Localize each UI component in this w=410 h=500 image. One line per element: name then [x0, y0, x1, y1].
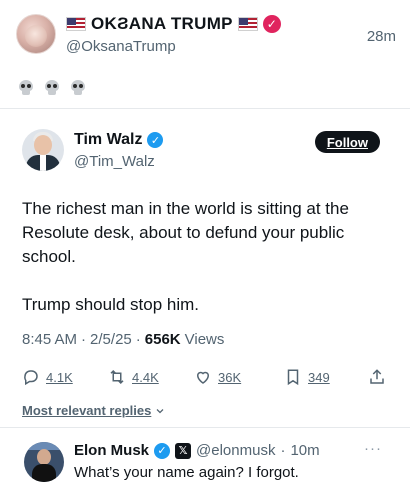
quoted-tweet[interactable]: Tim Walz ✓ @Tim_Walz Follow The richest …: [0, 108, 410, 428]
repost-count: 4.4K: [132, 369, 159, 385]
bookmark-count: 349: [308, 369, 330, 385]
follow-button[interactable]: Follow: [314, 131, 380, 153]
share-icon: [370, 369, 384, 384]
reply-time[interactable]: 10m: [290, 442, 319, 459]
verified-badge-icon: ✓: [147, 132, 164, 148]
quoted-author-handle[interactable]: @Tim_Walz: [74, 153, 155, 170]
tweet-paragraph: The richest man in the world is sitting …: [22, 199, 349, 266]
outer-name-row: OKϨANA TRUMP ✓: [66, 14, 281, 34]
tweet-text: The richest man in the world is sitting …: [22, 197, 382, 317]
views-count: 656K: [144, 331, 181, 348]
heart-icon: [196, 371, 210, 384]
views-label: Views: [184, 331, 225, 348]
verified-badge-icon: ✓: [154, 442, 171, 459]
separator: ·: [81, 331, 87, 348]
skull-emoji-icon: [18, 80, 34, 96]
more-options-icon[interactable]: ···: [364, 440, 382, 457]
us-flag-icon: [66, 17, 86, 31]
reply-count: 4.1K: [46, 369, 73, 385]
skull-emoji-icon: [44, 80, 60, 96]
author-handle[interactable]: @OksanaTrump: [66, 38, 176, 55]
skull-emoji-icon: [70, 80, 86, 96]
bookmark-icon: [287, 369, 299, 386]
reply-author-handle[interactable]: @elonmusk: [196, 442, 275, 459]
avatar[interactable]: [22, 129, 64, 171]
reply-text: What’s your name again? I forgot.: [74, 464, 299, 481]
post-time[interactable]: 28m: [367, 28, 396, 45]
reply-item[interactable]: Elon Musk ✓ 𝕏 @elonmusk · 10m ··· What’s…: [0, 434, 410, 500]
tweet-meta: 8:45 AM · 2/5/25 · 656K Views: [22, 331, 224, 348]
separator: ·: [135, 331, 141, 348]
reply-name-row: Elon Musk ✓ 𝕏 @elonmusk · 10m: [74, 442, 320, 459]
quoted-author-name[interactable]: Tim Walz: [74, 131, 142, 149]
author-display-name[interactable]: OKϨANA TRUMP: [91, 14, 233, 34]
repost-icon: [110, 369, 124, 385]
tweet-time[interactable]: 8:45 AM: [22, 331, 77, 348]
outer-tweet-header: OKϨANA TRUMP ✓ @OksanaTrump 28m: [16, 14, 396, 60]
action-bar: 4.1K 4.4K 36K 349: [22, 365, 388, 389]
share-button[interactable]: [368, 368, 386, 386]
repost-button[interactable]: 4.4K: [108, 368, 159, 386]
tweet-date[interactable]: 2/5/25: [90, 331, 132, 348]
reply-button[interactable]: 4.1K: [22, 368, 73, 386]
chevron-down-icon: [156, 408, 164, 413]
like-button[interactable]: 36K: [194, 368, 241, 386]
tweet-paragraph: Trump should stop him.: [22, 295, 199, 314]
avatar[interactable]: [24, 442, 64, 482]
reply-author-name[interactable]: Elon Musk: [74, 442, 149, 459]
skull-emoji-row: [18, 80, 86, 96]
separator: ·: [280, 442, 286, 459]
replies-sort-dropdown[interactable]: Most relevant replies: [22, 403, 166, 418]
like-count: 36K: [218, 369, 242, 385]
us-flag-icon: [237, 17, 258, 31]
bookmark-button[interactable]: 349: [284, 368, 330, 386]
avatar[interactable]: [16, 14, 56, 54]
reply-icon: [24, 370, 38, 386]
x-affiliation-icon: 𝕏: [175, 442, 192, 459]
quoted-name-row: Tim Walz ✓: [74, 131, 164, 149]
replies-sort-label: Most relevant replies: [22, 403, 152, 418]
verified-badge-icon: ✓: [262, 15, 281, 33]
